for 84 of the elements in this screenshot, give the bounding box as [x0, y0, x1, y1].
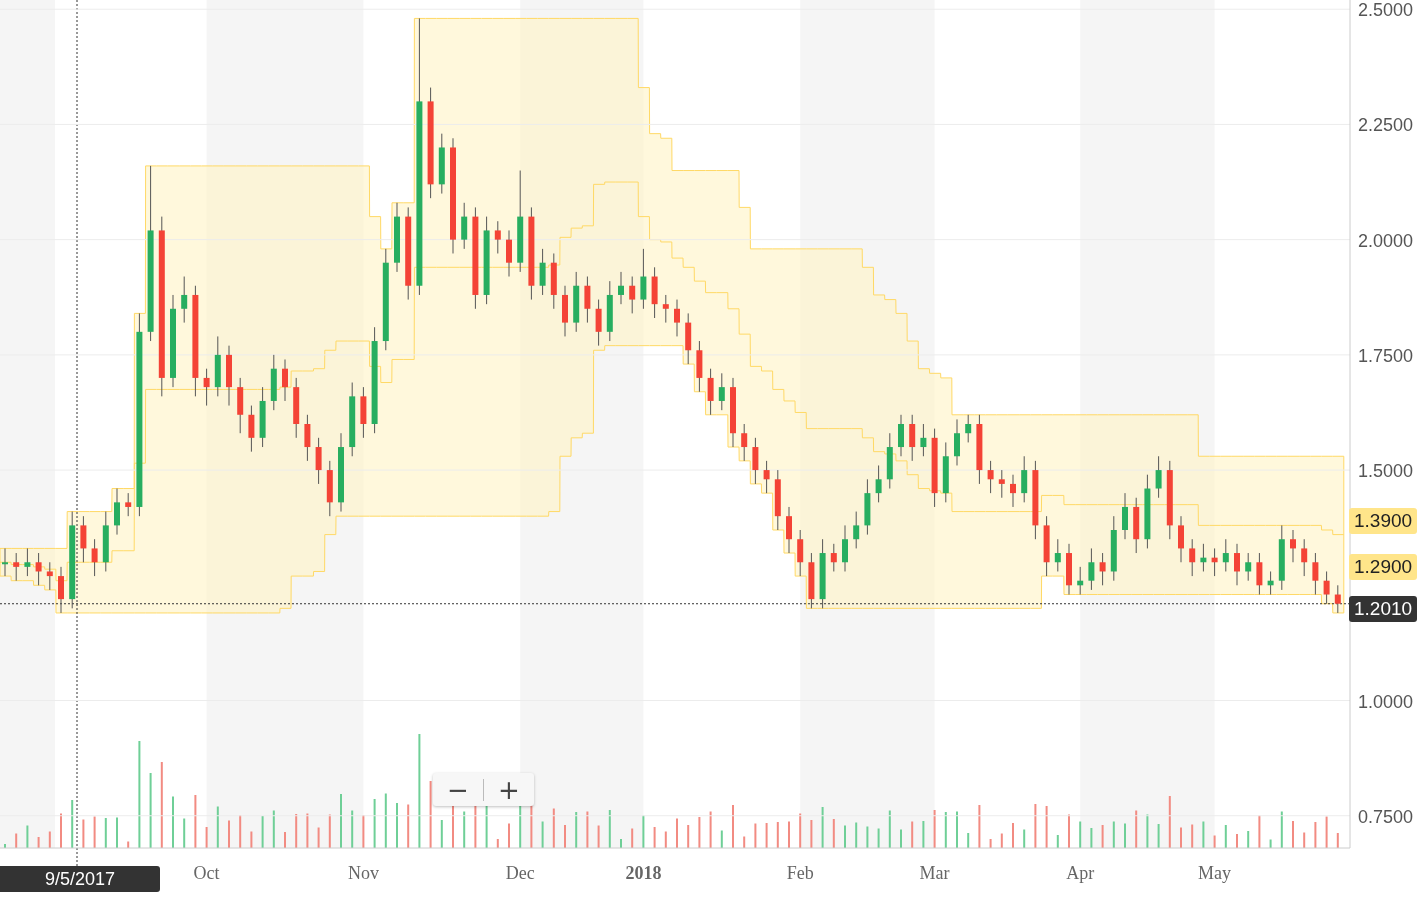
x-axis-label: Nov [347, 863, 379, 883]
x-axis-label: 2018 [625, 863, 662, 883]
candlestick [987, 460, 994, 494]
candlestick [1290, 529, 1296, 563]
candlestick [1312, 552, 1319, 596]
x-axis-label: Dec [505, 863, 535, 883]
candlestick [786, 506, 792, 554]
candlestick [91, 538, 98, 577]
candlestick [114, 488, 120, 536]
candlestick [539, 248, 546, 296]
zoom-in-button[interactable]: + [484, 773, 534, 806]
y-axis-label: 1.7500 [1358, 345, 1414, 366]
candlestick [674, 299, 680, 337]
candlestick [752, 437, 759, 485]
candlestick [920, 423, 927, 457]
candlestick [506, 229, 512, 278]
y-axis-label: 2.2500 [1358, 115, 1414, 136]
candlestick [1099, 552, 1106, 586]
candlestick [741, 423, 748, 462]
candlestick [797, 529, 804, 577]
candlestick [304, 414, 311, 462]
candlestick [2, 547, 8, 577]
crosshair-date-label: 9/5/2017 [0, 866, 160, 892]
candlestick [662, 294, 669, 324]
candlestick [181, 276, 188, 324]
candlestick [315, 437, 322, 485]
candlestick [707, 368, 714, 416]
candlestick [282, 358, 288, 402]
x-axis-label: Oct [193, 863, 220, 883]
candlestick [640, 248, 647, 310]
candlestick [618, 271, 624, 305]
candlestick [853, 511, 860, 549]
last-price-tag: 1.2010 [1349, 596, 1418, 622]
x-axis-label: Mar [919, 863, 950, 883]
candlestick [1323, 570, 1330, 605]
y-axis-label: 0.7500 [1358, 806, 1414, 827]
candlestick [1189, 538, 1196, 577]
candlestick [24, 547, 31, 577]
candlestick [461, 202, 468, 250]
candlestick [830, 543, 837, 572]
band-price-tag: 1.3900 [1349, 508, 1418, 534]
candlestick [1256, 552, 1263, 596]
zoom-out-button[interactable]: − [433, 773, 483, 806]
candlestick [1245, 552, 1252, 582]
x-axis-label: Feb [786, 863, 814, 883]
candlestick [1301, 538, 1308, 577]
candlestick [954, 418, 960, 466]
candlestick [13, 552, 20, 582]
candlestick [203, 368, 210, 407]
candlestick [1222, 538, 1229, 572]
candlestick [494, 220, 501, 254]
candlestick [875, 464, 882, 503]
candlestick [998, 469, 1005, 499]
y-axis-label: 2.5000 [1358, 0, 1414, 21]
candlestick [718, 372, 725, 411]
y-axis-label: 1.5000 [1358, 461, 1414, 482]
band-price-tag: 1.2900 [1349, 554, 1418, 580]
candlestick [1334, 584, 1341, 614]
candlestick [1234, 543, 1240, 586]
candlestick [965, 414, 972, 443]
candlestick [248, 405, 255, 453]
candlestick [46, 561, 53, 591]
y-axis-label: 2.0000 [1358, 230, 1414, 251]
candlestick [1010, 474, 1016, 508]
candlestick [80, 515, 87, 563]
candlestick [1178, 515, 1184, 563]
candlestick [898, 414, 904, 457]
candlestick [584, 276, 591, 324]
candlestick [629, 276, 636, 314]
candlestick [763, 460, 770, 494]
candlestick [35, 552, 42, 586]
candlestick [909, 414, 916, 462]
x-axis-label: May [1198, 863, 1232, 883]
candlestick [1054, 538, 1061, 572]
candlestick [1122, 492, 1128, 540]
candlestick [842, 524, 848, 572]
candlestick [58, 566, 64, 614]
candlestick [125, 492, 132, 517]
candlestick [1155, 455, 1162, 499]
x-axis-label: Apr [1066, 863, 1095, 883]
candlestick [1021, 455, 1028, 503]
y-axis-label: 1.0000 [1358, 691, 1414, 712]
candlestick [1088, 547, 1095, 591]
candlestick [595, 299, 602, 347]
